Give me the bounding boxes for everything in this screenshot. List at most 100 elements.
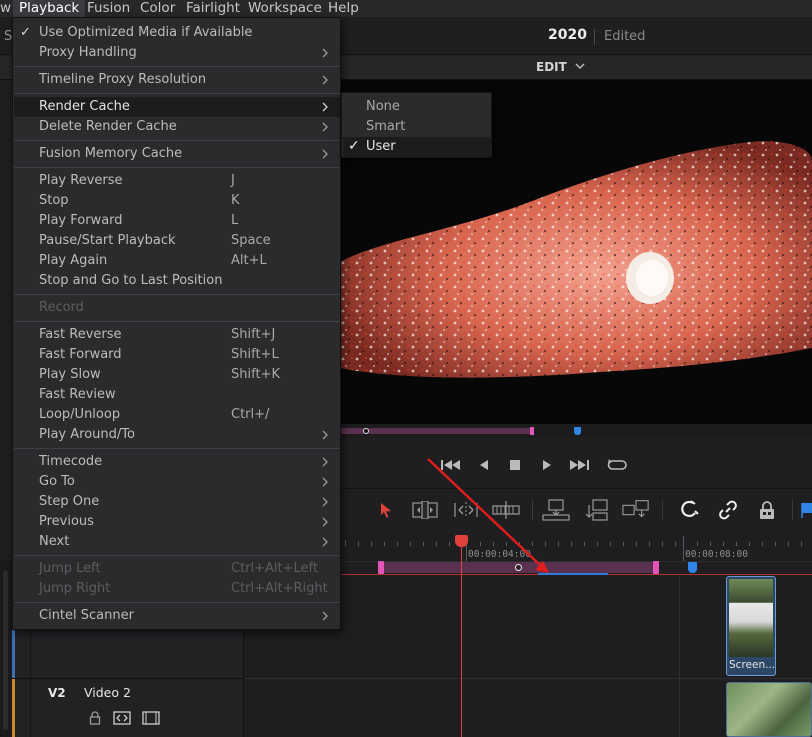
playhead-handle[interactable] xyxy=(455,535,468,547)
track-divider xyxy=(244,678,812,679)
selection-icon[interactable] xyxy=(372,497,400,523)
menu-shortcut: K xyxy=(231,193,240,208)
menu-item-fusion-memory-cache[interactable]: Fusion Memory Cache xyxy=(14,144,340,164)
playhead-line[interactable] xyxy=(461,536,462,737)
menu-separator xyxy=(14,448,340,449)
menu-shortcut: Shift+J xyxy=(231,327,276,342)
menu-separator xyxy=(14,321,340,322)
menu-item-cintel-scanner[interactable]: Cintel Scanner xyxy=(14,606,340,626)
blue-marker[interactable] xyxy=(574,427,581,435)
menu-item-play-forward[interactable]: Play Forward L xyxy=(14,211,340,231)
menu-item-next[interactable]: Next xyxy=(14,532,340,552)
menu-item-label: Play Again xyxy=(39,253,108,268)
stop-icon[interactable] xyxy=(507,454,523,476)
menu-workspace[interactable]: Workspace xyxy=(248,0,322,17)
loop-icon[interactable] xyxy=(606,454,628,476)
trim-icon[interactable] xyxy=(411,497,439,523)
chevron-right-icon xyxy=(322,102,328,112)
submenu-item-user[interactable]: ✓ User xyxy=(343,137,492,157)
menu-fairlight[interactable]: Fairlight xyxy=(186,0,240,17)
timeline-ruler[interactable]: 00:00:04:00 00:00:08:00 xyxy=(340,532,812,562)
menu-item-fast-forward[interactable]: Fast Forward Shift+L xyxy=(14,345,340,365)
menu-item-timeline-proxy-resolution[interactable]: Timeline Proxy Resolution xyxy=(14,70,340,90)
page-label: EDIT xyxy=(536,60,567,74)
menu-item-label: Play Slow xyxy=(39,367,101,382)
menu-view[interactable]: w xyxy=(0,0,11,17)
menu-item-label: Jump Right xyxy=(39,581,111,596)
menu-item-play-again[interactable]: Play Again Alt+L xyxy=(14,251,340,271)
timeline-clip[interactable] xyxy=(726,682,812,737)
page-title[interactable]: EDIT xyxy=(536,60,585,74)
submenu-item-none[interactable]: None xyxy=(343,97,492,117)
menu-item-label: Jump Left xyxy=(39,561,101,576)
chevron-right-icon xyxy=(322,537,328,547)
menu-item-stop[interactable]: Stop K xyxy=(14,191,340,211)
menu-bar: w Playback Fusion Color Fairlight Worksp… xyxy=(0,0,812,17)
position-lock-icon[interactable] xyxy=(753,497,781,523)
menu-item-label: Use Optimized Media if Available xyxy=(39,25,253,40)
range-center-marker[interactable] xyxy=(515,564,522,571)
menu-item-label: Go To xyxy=(39,474,75,489)
timecode-label: 00:00:08:00 xyxy=(685,549,748,560)
insert-clip-icon[interactable] xyxy=(542,497,570,523)
menu-item-previous[interactable]: Previous xyxy=(14,512,340,532)
menu-item-fast-reverse[interactable]: Fast Reverse Shift+J xyxy=(14,325,340,345)
flag-icon[interactable] xyxy=(800,497,812,523)
menu-item-label: Timecode xyxy=(39,454,103,469)
out-point-marker[interactable] xyxy=(530,427,534,435)
dynamic-trim-icon[interactable] xyxy=(452,497,480,523)
track-name[interactable]: Video 2 xyxy=(84,685,131,700)
menu-playback[interactable]: Playback xyxy=(13,0,86,17)
chevron-right-icon xyxy=(322,430,328,440)
lock-icon[interactable] xyxy=(88,711,102,725)
menu-item-fast-review[interactable]: Fast Review xyxy=(14,385,340,405)
timeline-clip[interactable]: Screen... xyxy=(726,576,776,676)
project-status: Edited xyxy=(604,29,646,44)
menu-fusion[interactable]: Fusion xyxy=(87,0,130,17)
scrub-position-marker[interactable] xyxy=(363,428,369,434)
menu-item-label: Fast Reverse xyxy=(39,327,122,342)
snapping-icon[interactable] xyxy=(675,497,703,523)
menu-item-record: Record xyxy=(14,298,340,318)
overwrite-clip-icon[interactable] xyxy=(583,497,611,523)
menu-item-timecode[interactable]: Timecode xyxy=(14,452,340,472)
chevron-right-icon xyxy=(322,497,328,507)
menu-item-stop-and-go-to-last-position[interactable]: Stop and Go to Last Position xyxy=(14,271,340,291)
replace-clip-icon[interactable] xyxy=(622,497,650,523)
menu-item-proxy-handling[interactable]: Proxy Handling xyxy=(14,43,340,63)
menu-item-loop-unloop[interactable]: Loop/Unloop Ctrl+/ xyxy=(14,405,340,425)
menu-item-step-one[interactable]: Step One xyxy=(14,492,340,512)
toolbar-divider xyxy=(792,500,793,520)
clip-name: Screen... xyxy=(729,659,776,671)
menu-item-play-reverse[interactable]: Play Reverse J xyxy=(14,171,340,191)
viewer-scrubber[interactable] xyxy=(340,424,812,438)
menu-separator xyxy=(14,167,340,168)
play-reverse-icon[interactable] xyxy=(476,454,492,476)
chevron-right-icon xyxy=(322,611,328,621)
out-point-marker[interactable] xyxy=(653,561,659,574)
go-to-end-icon[interactable] xyxy=(568,454,590,476)
menu-item-jump-left: Jump Left Ctrl+Alt+Left xyxy=(14,559,340,579)
menu-item-pause-start-playback[interactable]: Pause/Start Playback Space xyxy=(14,231,340,251)
menu-item-use-optimized-media[interactable]: ✓ Use Optimized Media if Available xyxy=(14,23,340,43)
auto-select-icon[interactable] xyxy=(113,711,131,725)
menu-color[interactable]: Color xyxy=(140,0,175,17)
video-toggle-icon[interactable] xyxy=(142,711,160,725)
menu-item-render-cache[interactable]: Render Cache xyxy=(14,97,340,117)
menu-item-play-slow[interactable]: Play Slow Shift+K xyxy=(14,365,340,385)
project-title: 2020 xyxy=(548,27,587,43)
in-point-marker[interactable] xyxy=(378,561,384,574)
panel-scrollbar[interactable] xyxy=(0,560,12,737)
play-icon[interactable] xyxy=(539,454,555,476)
scrollbar-thumb[interactable] xyxy=(3,570,8,730)
linked-selection-icon[interactable] xyxy=(714,497,742,523)
menu-item-play-around-to[interactable]: Play Around/To xyxy=(14,425,340,445)
timeline-blue-marker[interactable] xyxy=(688,562,697,573)
menu-item-go-to[interactable]: Go To xyxy=(14,472,340,492)
submenu-item-smart[interactable]: Smart xyxy=(343,117,492,137)
menu-item-delete-render-cache[interactable]: Delete Render Cache xyxy=(14,117,340,137)
go-to-start-icon[interactable] xyxy=(440,454,462,476)
menu-shortcut: Alt+L xyxy=(231,253,267,268)
blade-icon[interactable] xyxy=(492,497,520,523)
menu-help[interactable]: Help xyxy=(328,0,359,17)
